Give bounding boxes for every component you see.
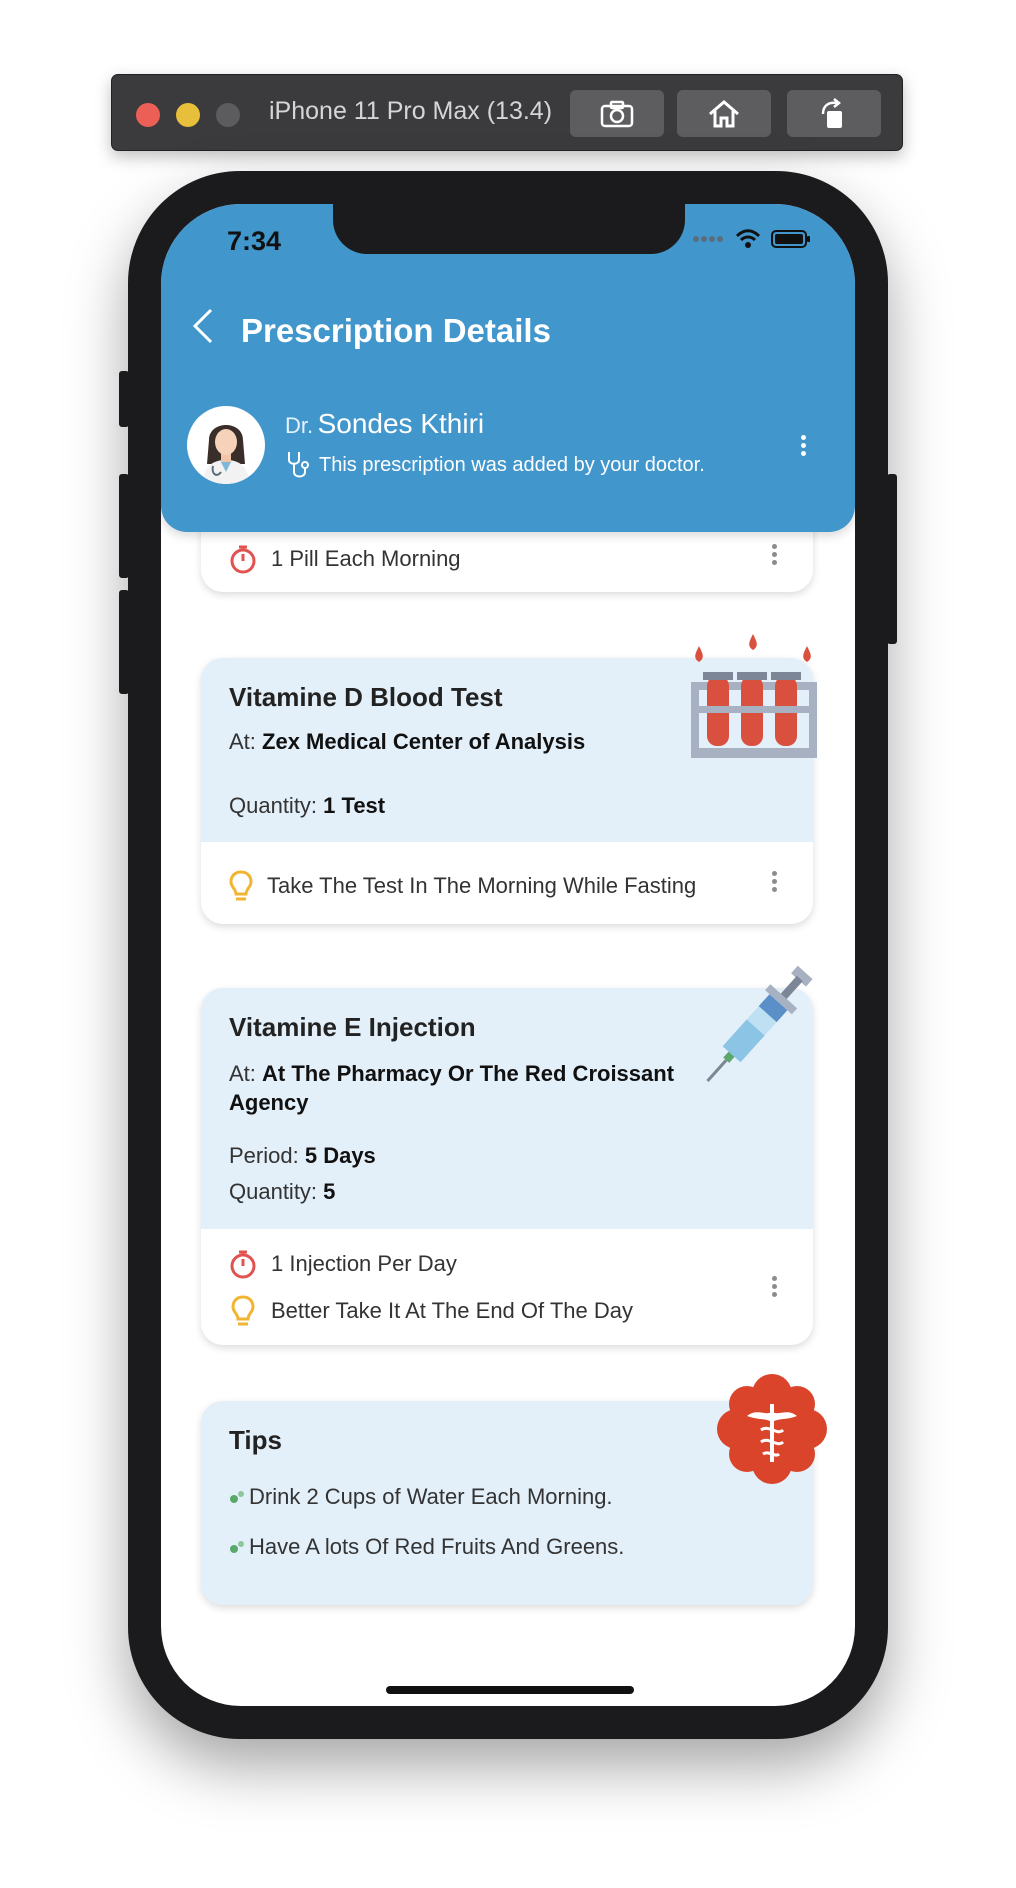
minimize-window-button[interactable]	[176, 103, 200, 127]
bullet-icon	[230, 1541, 244, 1553]
phone-screen: 1 Pill Each Morning Vitamine D Blood Tes…	[161, 204, 855, 1706]
home-button[interactable]	[677, 90, 771, 137]
wifi-icon	[735, 229, 761, 248]
schedule-text: 1 Pill Each Morning	[271, 546, 461, 571]
rotate-button[interactable]	[787, 90, 881, 137]
schedule-note: 1 Injection Per Day	[229, 1249, 785, 1279]
more-options-icon[interactable]	[772, 1273, 777, 1300]
tip-text: Better Take It At The End Of The Day	[271, 1298, 633, 1323]
card-notes: 1 Injection Per Day Better Take It At Th…	[201, 1229, 813, 1327]
test-tubes-icon	[691, 634, 817, 758]
screenshot-button[interactable]	[570, 90, 664, 137]
tip-note: Take The Test In The Morning While Fasti…	[229, 870, 785, 902]
home-icon	[709, 99, 739, 127]
added-note-text: This prescription was added by your doct…	[319, 453, 705, 476]
lightbulb-icon	[229, 870, 253, 901]
tip-text: Take The Test In The Morning While Fasti…	[267, 873, 697, 898]
more-options-icon[interactable]	[772, 541, 777, 568]
rotate-icon	[821, 97, 842, 128]
simulator-stage: iPhone 11 Pro Max (13.4) 1 Pill Each Mor…	[0, 0, 1016, 1888]
signal-icon	[693, 236, 723, 242]
tips-title: Tips	[229, 1425, 282, 1455]
doctor-avatar[interactable]	[187, 406, 265, 484]
simulator-title: iPhone 11 Pro Max (13.4)	[269, 97, 553, 125]
quantity-row: Quantity: 5	[229, 1179, 336, 1204]
card-notes: Take The Test In The Morning While Fasti…	[201, 842, 813, 902]
stopwatch-icon	[230, 1250, 256, 1279]
back-button[interactable]	[191, 308, 215, 352]
status-time: 7:34	[227, 226, 282, 256]
doctor-prefix: Dr.	[285, 413, 314, 438]
schedule-note: 1 Pill Each Morning	[229, 544, 785, 574]
schedule-text: 1 Injection Per Day	[271, 1251, 457, 1276]
medical-badge-icon	[717, 1374, 827, 1484]
doctor-name: Sondes Kthiri	[317, 408, 485, 439]
status-icons	[693, 229, 811, 249]
doctor-name-line: Dr. Sondes Kthiri	[285, 408, 484, 440]
page-title: Prescription Details	[241, 312, 551, 349]
period-row: Period: 5 Days	[229, 1143, 376, 1168]
lightbulb-icon	[231, 1295, 255, 1326]
doctor-avatar-icon	[203, 425, 249, 484]
header-more-options-icon[interactable]	[801, 432, 806, 459]
stopwatch-icon	[230, 545, 256, 574]
battery-icon	[771, 230, 810, 248]
more-options-icon[interactable]	[772, 868, 777, 895]
mute-switch	[119, 371, 129, 427]
home-indicator[interactable]	[386, 1686, 634, 1694]
location-row: At: At The Pharmacy Or The Red Croissant…	[229, 1061, 675, 1115]
stethoscope-icon	[288, 452, 309, 478]
tip-item: Drink 2 Cups of Water Each Morning.	[229, 1484, 785, 1510]
added-by-doctor-note: This prescription was added by your doct…	[285, 450, 705, 480]
close-window-button[interactable]	[136, 103, 160, 127]
volume-up-button	[119, 474, 129, 578]
volume-down-button	[119, 590, 129, 694]
syringe-icon	[706, 965, 813, 1082]
tip-note: Better Take It At The End Of The Day	[229, 1295, 785, 1327]
tip-item: Have A lots Of Red Fruits And Greens.	[229, 1534, 785, 1560]
bullet-icon	[230, 1491, 244, 1503]
power-button	[887, 474, 897, 644]
camera-icon	[600, 100, 634, 127]
simulator-toolbar: iPhone 11 Pro Max (13.4)	[111, 74, 903, 151]
zoom-window-button[interactable]	[216, 103, 240, 127]
phone-notch	[333, 204, 685, 254]
chevron-left-icon	[192, 308, 213, 344]
quantity-row: Quantity: 1 Test	[229, 793, 386, 818]
